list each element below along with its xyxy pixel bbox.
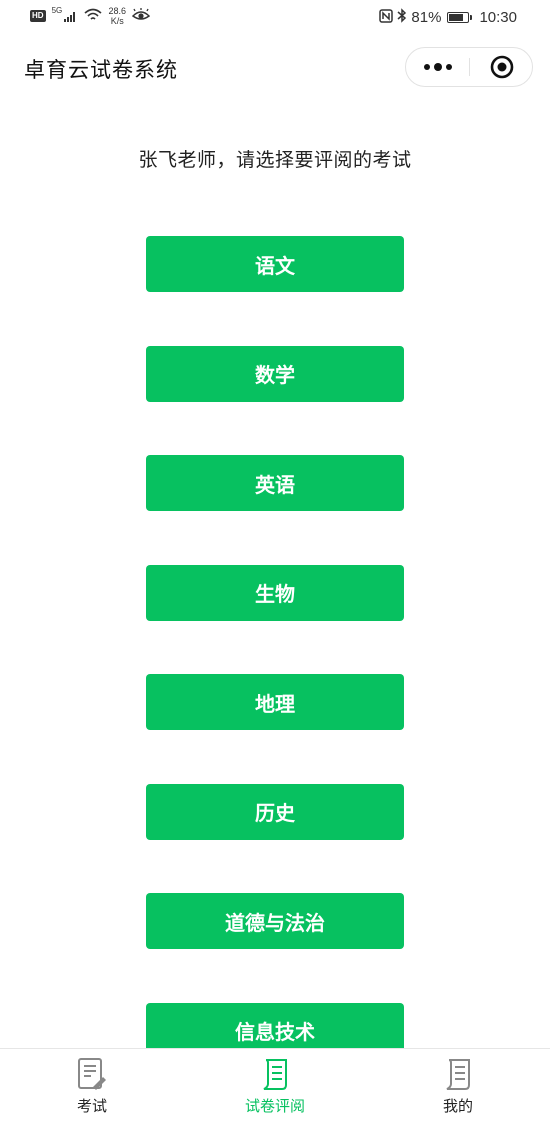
bluetooth-icon xyxy=(397,8,407,27)
paper-review-icon xyxy=(263,1059,287,1090)
tab-paper-review[interactable]: 试卷评阅 xyxy=(215,1057,335,1116)
eye-icon xyxy=(131,7,151,25)
tab-label: 我的 xyxy=(442,1097,473,1115)
subject-button-biology[interactable]: 生物 xyxy=(146,564,404,621)
clock-time: 10:30 xyxy=(479,9,517,26)
network-speed: 28.6 K/s xyxy=(108,6,126,26)
subject-button-morality-law[interactable]: 道德与法治 xyxy=(146,893,404,949)
speed-value: 28.6 xyxy=(108,6,126,16)
hd-badge: HD xyxy=(30,10,46,22)
wifi-icon xyxy=(84,8,102,25)
subject-button-geography[interactable]: 地理 xyxy=(146,674,404,730)
target-close-icon xyxy=(490,55,513,79)
subject-button-history[interactable]: 历史 xyxy=(146,783,404,840)
status-left: HD 5G 28.6 K/s xyxy=(30,6,151,26)
page-title: 卓育云试卷系统 xyxy=(24,58,178,82)
battery-icon xyxy=(447,12,473,23)
tab-exam[interactable]: 考试 xyxy=(32,1057,152,1116)
nfc-icon xyxy=(379,8,394,27)
subject-list: 语文 数学 英语 生物 地理 历史 道德与法治 信息技术 xyxy=(146,236,404,1112)
exam-select-prompt: 张飞老师，请选择要评阅的考试 xyxy=(138,149,412,171)
battery-percent: 81% xyxy=(411,9,442,26)
close-button[interactable] xyxy=(470,48,533,86)
status-bar: HD 5G 28.6 K/s 81% 10:30 xyxy=(0,0,550,36)
status-right: 81% 10:30 xyxy=(379,8,517,27)
tab-label: 试卷评阅 xyxy=(244,1097,305,1115)
cellular-signal-icon: 5G xyxy=(52,7,79,22)
tab-bar: 考试 试卷评阅 我的 xyxy=(0,1048,550,1123)
subject-button-math[interactable]: 数学 xyxy=(146,345,404,402)
more-dots-icon xyxy=(423,63,452,71)
network-type: 5G xyxy=(51,6,63,16)
profile-document-icon xyxy=(446,1059,470,1090)
subject-button-chinese[interactable]: 语文 xyxy=(146,236,404,292)
speed-unit: K/s xyxy=(110,16,124,26)
tab-mine[interactable]: 我的 xyxy=(398,1057,518,1116)
more-button[interactable] xyxy=(406,48,469,86)
tab-label: 考试 xyxy=(76,1097,107,1115)
exam-icon xyxy=(78,1058,106,1090)
subject-button-english[interactable]: 英语 xyxy=(146,455,404,511)
mini-program-capsule xyxy=(405,47,533,87)
